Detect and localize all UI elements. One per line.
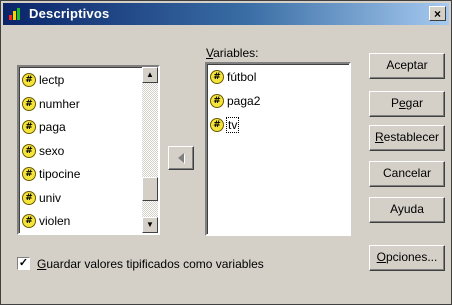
list-item[interactable]: # lectp [22,69,64,91]
list-item-label: tipocine [39,167,81,181]
source-list-scrollbar[interactable]: ▲ ▼ [142,67,158,233]
list-item[interactable]: # paga [22,116,66,138]
scale-variable-icon: # [22,214,36,228]
paste-button[interactable]: Pegar [369,91,445,117]
title-bar[interactable]: Descriptivos × [3,3,449,25]
list-item[interactable]: # tv [210,114,240,136]
list-item-label: violen [39,214,71,228]
arrow-left-icon [178,153,185,164]
scroll-thumb[interactable] [142,177,158,201]
save-standardized-checkbox[interactable]: ✓ [17,257,30,270]
scroll-down-button[interactable]: ▼ [142,217,158,233]
scale-variable-icon: # [210,70,224,84]
accept-button[interactable]: Aceptar [369,53,445,79]
list-item[interactable]: # violen [22,210,70,232]
list-item[interactable]: # paga2 [210,90,260,112]
scroll-up-button[interactable]: ▲ [142,67,158,83]
variables-label: Variables: [206,46,259,60]
list-item[interactable]: # univ [22,187,61,209]
move-variable-button[interactable] [168,146,194,170]
list-item-label: univ [39,190,62,205]
options-button[interactable]: Opciones... [369,245,445,271]
list-item-label: fútbol [227,70,257,84]
scale-variable-icon: # [210,94,224,108]
close-icon: × [433,7,441,21]
close-button[interactable]: × [429,6,446,21]
cancel-button[interactable]: Cancelar [369,161,445,187]
spss-app-icon [9,8,20,20]
list-item-label: paga2 [227,94,261,108]
scale-variable-icon: # [22,190,36,205]
list-item-label: sexo [39,143,65,158]
list-item-label: lectp [39,73,65,87]
list-item-label: tv [225,117,240,133]
reset-button[interactable]: Restablecer [369,125,445,151]
save-standardized-label[interactable]: Guardar valores tipificados como variabl… [37,257,264,271]
window-title: Descriptivos [29,6,110,21]
target-variable-list[interactable]: # fútbol # paga2 # tv [205,62,351,236]
list-item-label: paga [39,120,66,134]
source-variable-list[interactable]: # lectp # numher # paga # sexo # tipocine # univ # vi… [17,65,160,235]
list-item[interactable]: # sexo [22,140,64,162]
list-item[interactable]: # tipocine [22,163,80,185]
checkmark-icon: ✓ [18,257,29,269]
scale-variable-icon: # [22,120,36,134]
scale-variable-icon: # [22,167,36,181]
scale-variable-icon: # [210,118,224,132]
scale-variable-icon: # [22,73,36,87]
list-item[interactable]: # fútbol [210,66,256,88]
scale-variable-icon: # [22,96,36,111]
list-item[interactable]: # numher [22,93,80,115]
list-item-label: numher [39,96,80,111]
scale-variable-icon: # [22,143,36,158]
help-button[interactable]: Ayuda [369,197,445,223]
descriptivos-dialog: Descriptivos × # lectp # numher # paga # sexo # t… [0,0,452,305]
